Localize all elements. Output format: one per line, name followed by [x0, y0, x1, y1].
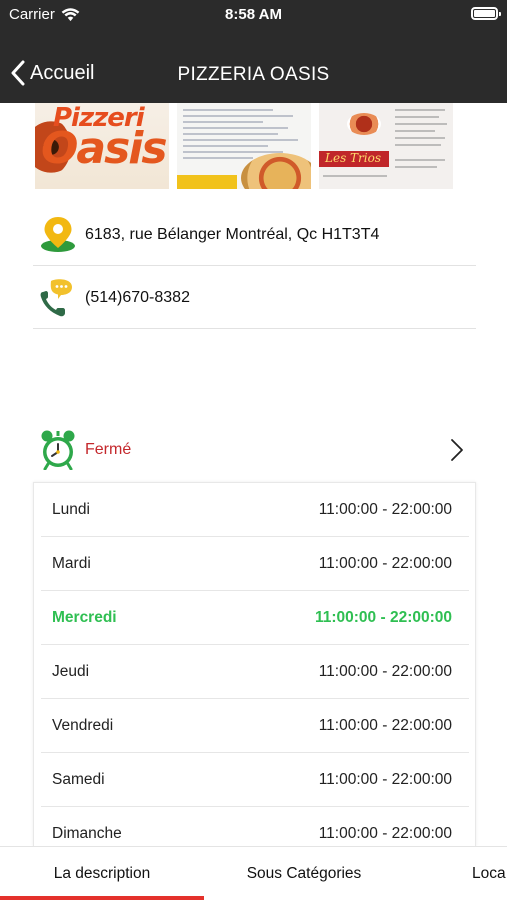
alarm-clock-icon	[33, 428, 83, 472]
bottom-tab-bar: La description Sous Catégories Loca	[0, 846, 507, 900]
navigation-bar: Carrier 8:58 AM Accueil PIZZERIA OASIS	[0, 0, 507, 103]
menu-banner-text: Les Trios	[325, 151, 382, 165]
sign-text-bottom: Oasis	[41, 123, 168, 174]
address-row[interactable]: 6183, rue Bélanger Montréal, Qc H1T3T4	[33, 204, 476, 266]
hours-row: Dimanche 11:00:00 - 22:00:00	[41, 807, 469, 846]
location-pin-icon	[33, 210, 83, 260]
opening-status-label: Fermé	[85, 441, 132, 458]
opening-status-row[interactable]: Fermé	[33, 428, 476, 472]
phone-icon	[33, 273, 83, 323]
hours-time: 11:00:00 - 22:00:00	[314, 608, 452, 626]
tab-description[interactable]: La description	[0, 847, 204, 900]
hours-time: 11:00:00 - 22:00:00	[318, 716, 452, 734]
phone-row[interactable]: (514)670-8382	[33, 267, 476, 329]
menu-banner	[177, 175, 237, 189]
hours-day: Dimanche	[52, 824, 122, 842]
hours-day: Jeudi	[52, 662, 90, 680]
hours-row: Vendredi 11:00:00 - 22:00:00	[41, 699, 469, 753]
hours-time: 11:00:00 - 22:00:00	[318, 662, 452, 680]
hours-time: 11:00:00 - 22:00:00	[318, 770, 452, 788]
hours-day: Mercredi	[52, 608, 117, 626]
hours-time: 11:00:00 - 22:00:00	[318, 500, 452, 518]
chevron-right-icon	[451, 439, 463, 461]
hours-row: Jeudi 11:00:00 - 22:00:00	[41, 645, 469, 699]
hours-row-today: Mercredi 11:00:00 - 22:00:00	[41, 591, 469, 645]
battery-icon	[471, 7, 501, 20]
status-bar: Carrier 8:58 AM	[0, 0, 507, 30]
hours-day: Lundi	[52, 500, 90, 518]
opening-hours-table: Lundi 11:00:00 - 22:00:00 Mardi 11:00:00…	[33, 482, 476, 846]
phone-text: (514)670-8382	[85, 288, 190, 306]
hours-day: Mardi	[52, 554, 91, 572]
hours-time: 11:00:00 - 22:00:00	[318, 824, 452, 842]
hours-day: Vendredi	[52, 716, 114, 734]
gallery-image-menu-pizza[interactable]	[177, 103, 311, 189]
food-photo	[347, 113, 381, 135]
page-title: PIZZERIA OASIS	[177, 64, 330, 85]
screen: Carrier 8:58 AM Accueil PIZZERIA OASIS P…	[0, 0, 507, 900]
hours-row: Samedi 11:00:00 - 22:00:00	[41, 753, 469, 807]
gallery-image-storefront[interactable]: Pizzeri Oasis	[35, 103, 169, 189]
tab-sous-categories[interactable]: Sous Catégories	[204, 847, 404, 900]
active-tab-indicator	[0, 896, 204, 900]
hours-day: Samedi	[52, 770, 105, 788]
status-time: 8:58 AM	[225, 6, 282, 23]
gallery-image-menu-trios[interactable]: Les Trios	[319, 103, 453, 189]
hours-row: Lundi 11:00:00 - 22:00:00	[41, 483, 469, 537]
photo-gallery[interactable]: Pizzeri Oasis Les Trios	[35, 103, 453, 189]
tab-localisation[interactable]: Loca	[404, 847, 507, 900]
hours-row: Mardi 11:00:00 - 22:00:00	[41, 537, 469, 591]
hours-time: 11:00:00 - 22:00:00	[318, 554, 452, 572]
address-text: 6183, rue Bélanger Montréal, Qc H1T3T4	[85, 225, 380, 243]
